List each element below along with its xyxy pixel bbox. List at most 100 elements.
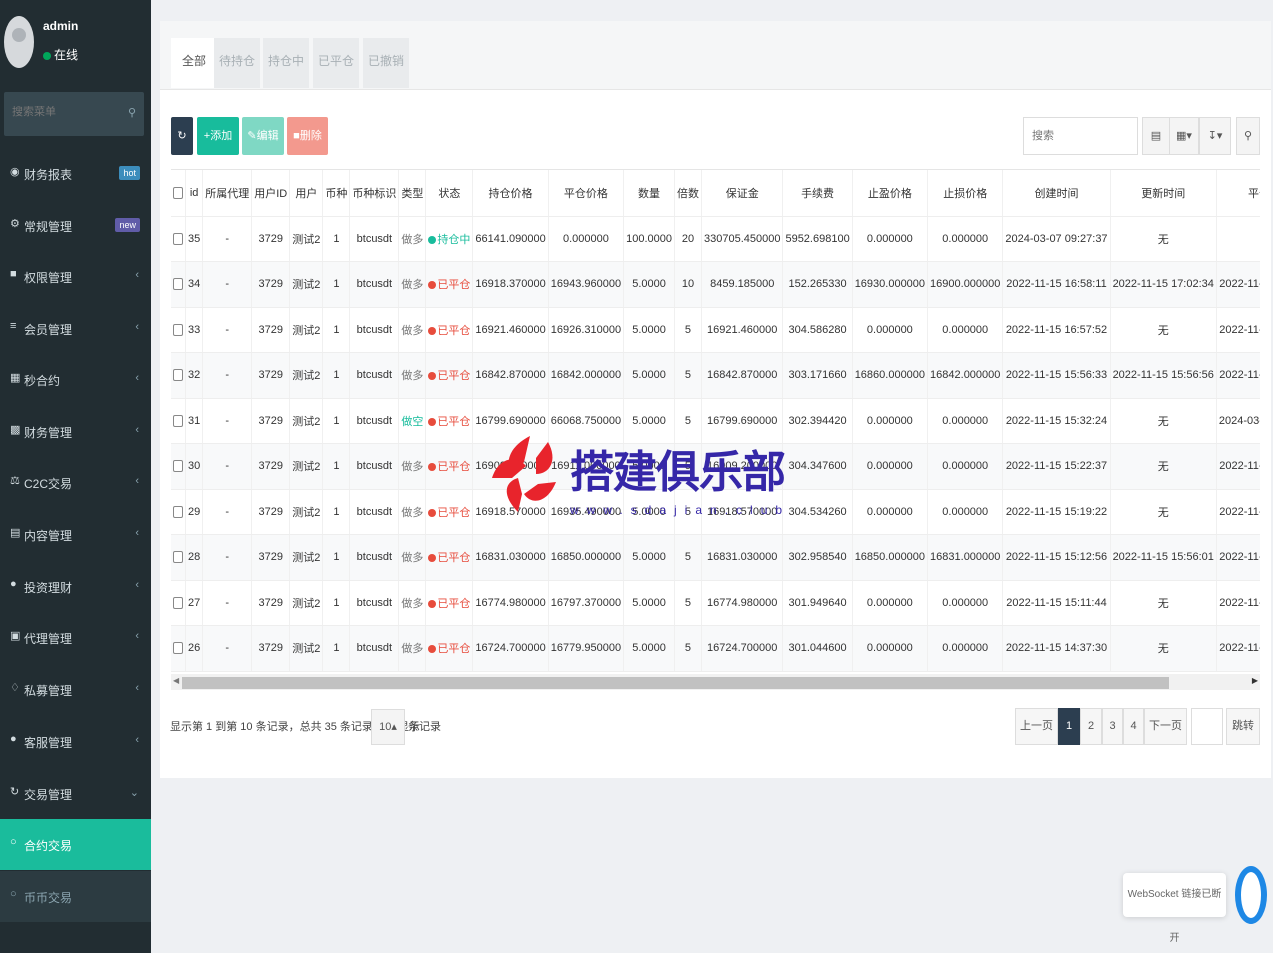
sidebar-item-label: 币币交易 xyxy=(24,891,73,905)
sidebar-item-1[interactable]: ⚙ 常规管理 new xyxy=(0,200,151,251)
table-cell: 1 xyxy=(322,534,351,581)
sidebar-item-2[interactable]: ■ 权限管理 ‹ xyxy=(0,251,151,302)
column-header[interactable]: 手续费 xyxy=(782,170,853,217)
table-row[interactable]: 28-3729 测试2 1 btcusdt 做多 已平仓 16831.030000 16850… xyxy=(171,534,1260,581)
chevron-left-icon: ‹ xyxy=(135,475,139,487)
row-checkbox[interactable] xyxy=(173,323,183,336)
horizontal-scrollbar[interactable]: ◀ ▶ xyxy=(171,674,1260,690)
sidebar-item-8[interactable]: ● 投资理财 ‹ xyxy=(0,561,151,612)
sidebar-item-5[interactable]: ▩ 财务管理 ‹ xyxy=(0,406,151,457)
column-header[interactable]: 币种 xyxy=(322,170,351,217)
column-header[interactable]: 用户 xyxy=(289,170,324,217)
column-header[interactable]: 所属代理 xyxy=(202,170,253,217)
sidebar-item-9[interactable]: ▣ 代理管理 ‹ xyxy=(0,612,151,663)
row-checkbox-cell xyxy=(171,352,186,399)
column-header[interactable]: id xyxy=(185,170,204,217)
page-jump-input[interactable] xyxy=(1191,708,1223,745)
toggle-view-button[interactable]: ▤ xyxy=(1142,117,1170,155)
add-button[interactable]: +添加 xyxy=(197,117,239,155)
row-checkbox[interactable] xyxy=(173,642,183,655)
table-cell: 测试2 xyxy=(289,489,324,535)
table-row[interactable]: 33-3729 测试2 1 btcusdt 做多 已平仓 16921.460000 16926… xyxy=(171,307,1260,353)
table-cell: 34 xyxy=(185,261,204,308)
row-checkbox[interactable] xyxy=(173,460,183,473)
table-row[interactable]: 34-3729 测试2 1 btcusdt 做多 已平仓 16918.370000 16943… xyxy=(171,261,1260,308)
sidebar-search-input[interactable] xyxy=(12,106,112,118)
status-dot-icon xyxy=(428,599,437,608)
tab-closed[interactable]: 已平仓 xyxy=(313,38,359,88)
table-cell: 0.000000 xyxy=(927,443,1004,490)
column-header[interactable]: 止盈价格 xyxy=(852,170,929,217)
refresh-button[interactable]: ↻ xyxy=(171,117,193,155)
sidebar-item-3[interactable]: ≡ 会员管理 ‹ xyxy=(0,303,151,354)
row-checkbox[interactable] xyxy=(173,414,183,427)
sidebar-item-12[interactable]: ↻ 交易管理 ⌄ xyxy=(0,768,151,819)
column-header[interactable]: 平仓时间 xyxy=(1216,170,1260,217)
table-row[interactable]: 27-3729 测试2 1 btcusdt 做多 已平仓 16774.980000 16797… xyxy=(171,580,1260,626)
page-1-button[interactable]: 1 xyxy=(1058,708,1080,745)
table-row[interactable]: 26-3729 测试2 1 btcusdt 做多 已平仓 16724.700000 16779… xyxy=(171,625,1260,672)
column-header[interactable]: 创建时间 xyxy=(1002,170,1111,217)
page-4-button[interactable]: 4 xyxy=(1123,708,1144,745)
advanced-search-button[interactable]: ⚲ xyxy=(1236,117,1260,155)
scrollbar-thumb[interactable] xyxy=(182,677,1169,689)
table-cell: 2022-11-15 15:56:33 xyxy=(1002,352,1111,399)
page-3-button[interactable]: 3 xyxy=(1102,708,1123,745)
search-icon[interactable]: ⚲ xyxy=(128,106,136,119)
jump-button[interactable]: 跳转 xyxy=(1226,708,1260,745)
row-checkbox[interactable] xyxy=(173,505,183,518)
column-header[interactable]: 持仓价格 xyxy=(472,170,549,217)
row-checkbox[interactable] xyxy=(173,369,183,382)
column-header[interactable]: 币种标识 xyxy=(349,170,400,217)
sidebar-item-10[interactable]: ♢ 私募管理 ‹ xyxy=(0,664,151,715)
sidebar-item-0[interactable]: ◉ 财务报表 hot xyxy=(0,148,151,199)
sidebar-item-6[interactable]: ⚖ C2C交易 ‹ xyxy=(0,457,151,508)
table-row[interactable]: 35-3729 测试2 1 btcusdt 做多 持仓中 66141.090000 0.000… xyxy=(171,216,1260,262)
row-checkbox[interactable] xyxy=(173,278,183,291)
scroll-right-icon[interactable]: ▶ xyxy=(1252,676,1258,685)
column-header[interactable]: 数量 xyxy=(623,170,675,217)
tab-holding[interactable]: 持仓中 xyxy=(263,38,309,88)
row-checkbox[interactable] xyxy=(173,551,183,564)
select-all-checkbox[interactable] xyxy=(173,186,183,199)
sidebar-item-11[interactable]: ● 客服管理 ‹ xyxy=(0,716,151,767)
column-header[interactable]: 类型 xyxy=(398,170,427,217)
sidebar-item-7[interactable]: ▤ 内容管理 ‹ xyxy=(0,509,151,560)
tab-pending[interactable]: 待持仓 xyxy=(214,38,260,88)
column-header[interactable]: 止损价格 xyxy=(927,170,1004,217)
export-button[interactable]: ↧▾ xyxy=(1199,117,1231,155)
column-header[interactable]: 状态 xyxy=(425,170,474,217)
column-header[interactable]: 倍数 xyxy=(674,170,702,217)
prev-page-button[interactable]: 上一页 xyxy=(1015,708,1058,745)
table-row[interactable]: 32-3729 测试2 1 btcusdt 做多 已平仓 16842.870000 16842… xyxy=(171,352,1260,399)
table-cell: 0.000000 xyxy=(852,625,929,672)
table-cell: 5 xyxy=(674,580,702,626)
chevron-left-icon: ‹ xyxy=(135,682,139,694)
column-header[interactable]: 用户ID xyxy=(251,170,291,217)
column-header[interactable]: 更新时间 xyxy=(1110,170,1217,217)
chat-icon: ● xyxy=(10,733,17,745)
scroll-left-icon[interactable]: ◀ xyxy=(173,676,179,685)
tab-all[interactable]: 全部 xyxy=(171,38,217,88)
delete-button[interactable]: ■删除 xyxy=(287,117,328,155)
table-cell: 16779.950000 xyxy=(548,625,625,672)
table-search-input[interactable] xyxy=(1023,117,1138,155)
table-cell: 16921.460000 xyxy=(701,307,784,353)
column-header[interactable]: 保证金 xyxy=(701,170,784,217)
row-checkbox[interactable] xyxy=(173,596,183,609)
columns-button[interactable]: ▦▾ xyxy=(1169,117,1199,155)
sidebar-item-4[interactable]: ▦ 秒合约 ‹ xyxy=(0,354,151,405)
page-2-button[interactable]: 2 xyxy=(1080,708,1102,745)
row-checkbox[interactable] xyxy=(173,232,183,245)
sidebar-item-14[interactable]: ○ 币币交易 xyxy=(0,871,151,922)
next-page-button[interactable]: 下一页 xyxy=(1144,708,1187,745)
chat-bubble-icon[interactable] xyxy=(1235,866,1267,924)
tab-cancelled[interactable]: 已撤销 xyxy=(363,38,409,88)
page-size-select[interactable]: 10▴ xyxy=(371,709,405,745)
sidebar-item-13[interactable]: ○ 合约交易 xyxy=(0,819,151,870)
edit-button[interactable]: ✎编辑 xyxy=(242,117,284,155)
table-cell: 16842.870000 xyxy=(701,352,784,399)
column-header[interactable]: 平仓价格 xyxy=(548,170,625,217)
table-cell: 0.000000 xyxy=(927,625,1004,672)
table-cell: 27 xyxy=(185,580,204,626)
